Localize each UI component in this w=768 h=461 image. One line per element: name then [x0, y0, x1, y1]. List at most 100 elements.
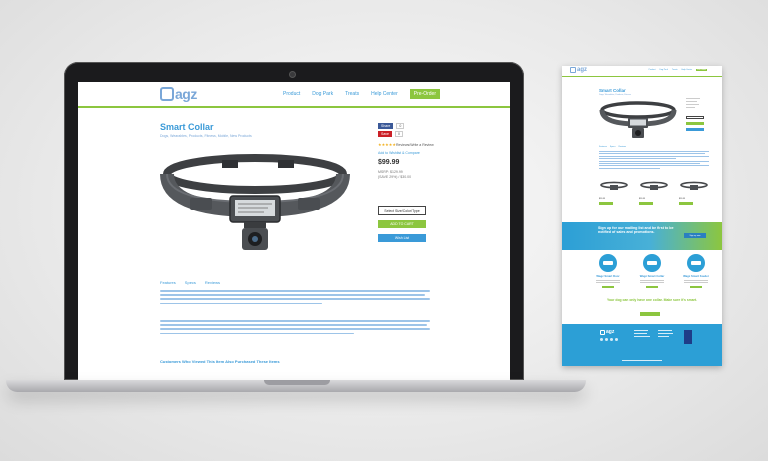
- laptop-base: [6, 380, 586, 392]
- mock-wish-button[interactable]: [686, 128, 704, 131]
- description-paragraph-1: [160, 290, 430, 307]
- mock-pre-order-button[interactable]: Pre-Order: [696, 69, 707, 71]
- mock-nav-item-treats[interactable]: Treats: [672, 69, 678, 71]
- mock-price-info: [686, 98, 704, 110]
- product-card[interactable]: Wagz Smart Collar: [636, 254, 668, 289]
- wishlist-compare-link[interactable]: Add to Wishlist & Compare: [378, 151, 420, 155]
- mock-logo-mark-icon: [570, 67, 576, 73]
- twitter-icon[interactable]: [605, 338, 608, 341]
- mock-header-divider: [562, 76, 722, 77]
- site-logo[interactable]: agz: [160, 86, 197, 102]
- nav-item-product[interactable]: Product: [283, 91, 300, 97]
- product-categories[interactable]: Dogs, Wearables, Products, Fitness, Mobi…: [160, 134, 252, 138]
- footer-social: [600, 338, 618, 341]
- tab-reviews[interactable]: Reviews: [205, 280, 220, 285]
- related-items-title: Customers Who Viewed This Item Also Purc…: [160, 359, 280, 364]
- footer-logo[interactable]: agz: [600, 329, 614, 335]
- save-row: Save 0: [378, 131, 403, 137]
- product-image: [160, 154, 350, 250]
- select-options-button[interactable]: Select Size/Color/Type: [378, 206, 426, 215]
- mock-related-items: $99.99 $99.99 $99.99: [599, 178, 709, 205]
- mock-tab-specs[interactable]: Specs: [610, 146, 616, 148]
- newsletter-banner: Sign up for our mailing list and be firs…: [562, 222, 722, 250]
- mock-logo[interactable]: agz: [570, 67, 587, 73]
- related-item-button[interactable]: [599, 202, 613, 205]
- tab-features[interactable]: Features: [160, 280, 176, 285]
- product-card-name: Wagz Smart Feeder: [683, 274, 709, 278]
- mock-tab-reviews[interactable]: Reviews: [618, 146, 626, 148]
- pre-order-button[interactable]: Pre-Order: [409, 89, 440, 99]
- tab-specs[interactable]: Specs: [185, 280, 196, 285]
- related-item-image: [600, 181, 628, 190]
- mock-cart-button[interactable]: [686, 122, 704, 125]
- product-price: $99.99: [378, 159, 400, 166]
- related-item-price: $99.99: [639, 198, 646, 200]
- product-card-name: Wagz Smart Door: [596, 274, 620, 278]
- footer-links-2: [658, 330, 676, 338]
- collar-icon: [643, 254, 661, 272]
- product-card-button[interactable]: [602, 285, 614, 289]
- share-count: 0: [396, 123, 405, 129]
- site-header: agz Product Dog Park Treats Help Center …: [78, 82, 510, 106]
- newsletter-signup-button[interactable]: Sign up now: [684, 233, 706, 238]
- product-title: Smart Collar: [160, 122, 214, 132]
- mock-nav: Product Dog Park Treats Help Center Pre-…: [649, 69, 707, 71]
- add-to-cart-button[interactable]: ADD TO CART: [378, 220, 426, 228]
- product-card-name: Wagz Smart Collar: [639, 274, 665, 278]
- logo-mark-icon: [160, 87, 174, 101]
- product-msrp: MSRP: $129.99: [378, 170, 403, 174]
- mock-nav-item-product[interactable]: Product: [649, 69, 656, 71]
- reviews-link[interactable]: Reviews/Write a Review: [396, 143, 434, 147]
- newsletter-text: Sign up for our mailing list and be firs…: [598, 226, 674, 235]
- related-item-image: [680, 181, 708, 190]
- product-card[interactable]: Wagz Smart Feeder: [680, 254, 712, 289]
- mock-description: [599, 151, 709, 170]
- mock-header: agz Product Dog Park Treats Help Center …: [562, 66, 722, 76]
- webcam-icon: [289, 71, 296, 78]
- mock-product-title: Smart Collar: [599, 88, 626, 93]
- mock-select-button[interactable]: [686, 116, 704, 119]
- nav-item-help-center[interactable]: Help Center: [371, 91, 398, 97]
- laptop-notch: [264, 380, 330, 385]
- full-page-mockup: agz Product Dog Park Treats Help Center …: [562, 66, 722, 366]
- mock-tab-features[interactable]: Features: [599, 146, 607, 148]
- mock-nav-item-dog-park[interactable]: Dog Park: [660, 69, 668, 71]
- footer-logo-mark-icon: [600, 329, 605, 335]
- description-paragraph-2: [160, 320, 430, 337]
- product-savings: (SAVE 29%) / $30.00: [378, 175, 412, 179]
- related-item-button[interactable]: [679, 202, 693, 205]
- facebook-share-button[interactable]: Share: [378, 123, 394, 129]
- mock-nav-item-help[interactable]: Help Center: [681, 69, 692, 71]
- mock-logo-text: agz: [577, 67, 588, 73]
- related-item[interactable]: $99.99: [679, 178, 709, 205]
- nav-item-dog-park[interactable]: Dog Park: [312, 91, 333, 97]
- footer-links-1: [634, 330, 652, 338]
- product-card-button[interactable]: [690, 285, 702, 289]
- footer-badge: [684, 330, 692, 344]
- related-item-price: $99.99: [679, 198, 686, 200]
- related-item-button[interactable]: [639, 202, 653, 205]
- related-item[interactable]: $99.99: [599, 178, 629, 205]
- laptop-screen: agz Product Dog Park Treats Help Center …: [78, 82, 510, 380]
- mock-product-subtitle: Dogs, Wearables, Products, Fitness: [599, 94, 631, 96]
- pinterest-save-button[interactable]: Save: [378, 131, 392, 137]
- youtube-icon[interactable]: [615, 338, 618, 341]
- facebook-icon[interactable]: [600, 338, 603, 341]
- footer-copyright: [622, 360, 662, 361]
- related-item-price: $99.99: [599, 198, 606, 200]
- product-card[interactable]: Wagz Smart Door: [592, 254, 624, 289]
- tagline: Your dog can only have one collar. Make …: [606, 298, 698, 302]
- product-card-button[interactable]: [646, 285, 658, 289]
- main-nav: Product Dog Park Treats Help Center Pre-…: [283, 89, 440, 99]
- logo-text: agz: [175, 86, 197, 102]
- tagline-button[interactable]: [640, 312, 660, 316]
- door-icon: [599, 254, 617, 272]
- related-item[interactable]: $99.99: [639, 178, 669, 205]
- product-tabs: Features Specs Reviews: [160, 280, 220, 285]
- nav-item-treats[interactable]: Treats: [345, 91, 359, 97]
- share-row: Share 0: [378, 123, 405, 129]
- save-count: 0: [394, 131, 403, 137]
- instagram-icon[interactable]: [610, 338, 613, 341]
- footer-logo-text: agz: [606, 329, 615, 335]
- wish-list-button[interactable]: Wish List: [378, 234, 426, 242]
